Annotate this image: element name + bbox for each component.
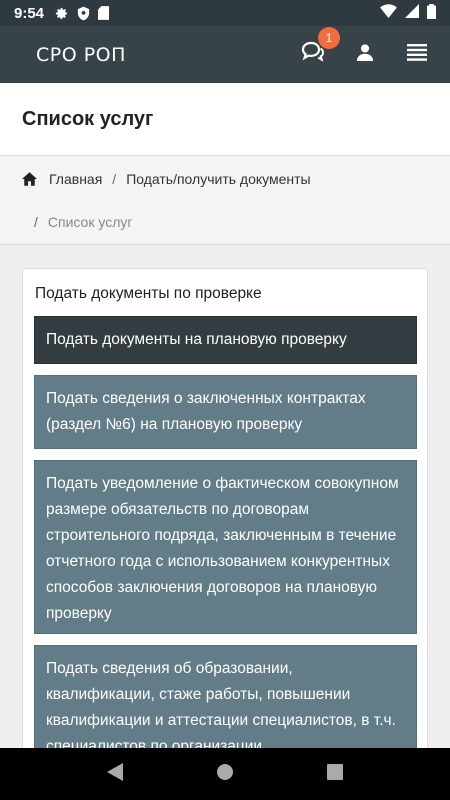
status-bar: 9:54: [0, 0, 450, 26]
user-icon: [356, 43, 374, 66]
messages-button[interactable]: 1: [298, 26, 340, 70]
breadcrumb-row: Главная / Подать/получить документы: [22, 171, 311, 187]
breadcrumb-home[interactable]: Главная: [49, 171, 102, 187]
service-item-obligations-notice[interactable]: Подать уведомление о фактическом совокуп…: [34, 460, 417, 634]
service-item-plan-check[interactable]: Подать документы на плановую проверку: [34, 316, 417, 364]
back-button[interactable]: [95, 754, 135, 794]
system-nav-bar: [0, 748, 450, 800]
breadcrumb: Главная / Подать/получить документы / Сп…: [0, 157, 450, 245]
app-logo[interactable]: СРО РОП: [36, 44, 126, 66]
wifi-icon: [380, 4, 397, 22]
shield-icon: [77, 6, 90, 21]
home-icon[interactable]: [22, 172, 37, 186]
page-title: Список услуг: [22, 107, 154, 130]
app-header: СРО РОП 1: [0, 26, 450, 83]
menu-icon: [407, 43, 427, 66]
sd-card-icon: [98, 6, 110, 20]
breadcrumb-separator: /: [112, 171, 117, 187]
breadcrumb-current: Список услуг: [47, 214, 133, 230]
recents-button[interactable]: [315, 754, 355, 794]
service-item-contracts[interactable]: Подать сведения о заключенных контрактах…: [34, 375, 417, 449]
profile-button[interactable]: [350, 40, 380, 70]
battery-icon: [427, 3, 436, 23]
breadcrumb-documents[interactable]: Подать/получить документы: [126, 171, 310, 187]
notification-badge: 1: [318, 26, 340, 49]
home-button[interactable]: [205, 754, 245, 794]
header-actions: 1: [298, 26, 432, 70]
services-card: Подать документы по проверке Подать доку…: [22, 268, 428, 788]
back-icon: [107, 762, 123, 786]
card-title: Подать документы по проверке: [35, 285, 262, 302]
status-time: 9:54: [14, 4, 45, 22]
breadcrumb-separator: /: [34, 214, 38, 230]
breadcrumb-row-2: / Список услуг: [34, 214, 132, 230]
home-circle-icon: [217, 763, 233, 785]
recents-icon: [327, 763, 343, 785]
gear-icon: [54, 6, 69, 21]
signal-icon: [405, 4, 419, 22]
menu-button[interactable]: [402, 40, 432, 70]
title-bar: Список услуг: [0, 83, 450, 156]
